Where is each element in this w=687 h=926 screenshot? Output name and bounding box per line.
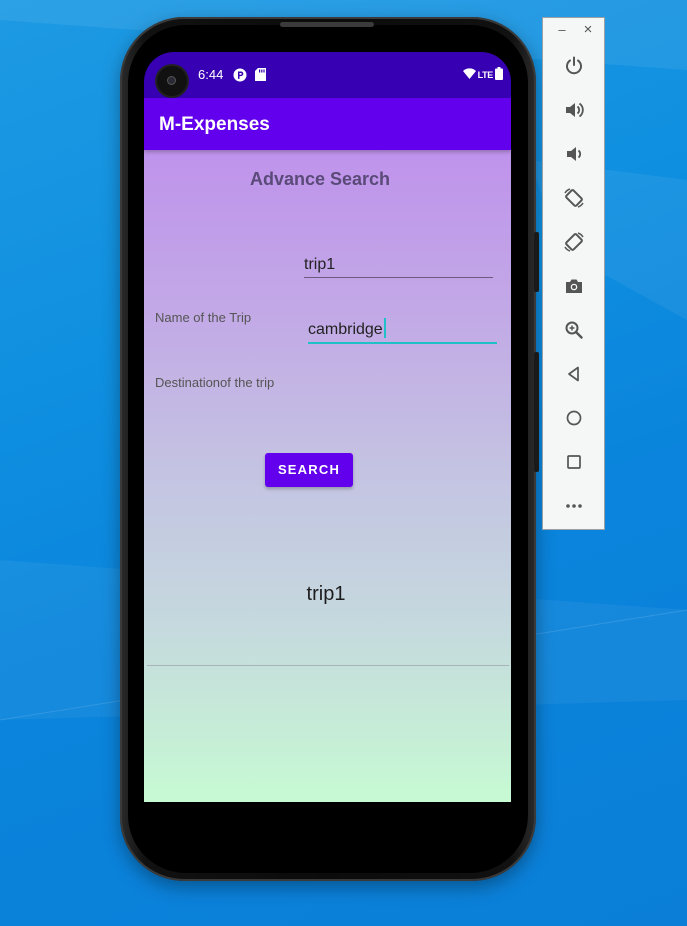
status-bar: 6:44 LTE (144, 52, 511, 98)
app-toolbar: M-Expenses (144, 98, 511, 150)
rotate-right-icon[interactable] (563, 231, 585, 253)
result-divider (147, 665, 509, 666)
lte-icon: LTE (477, 70, 494, 80)
trip-name-input[interactable]: trip1 (304, 256, 493, 278)
trip-name-value: trip1 (304, 256, 336, 273)
earpiece-speaker (280, 22, 374, 27)
page-title: Advance Search (249, 169, 391, 189)
app-title: M-Expenses (159, 114, 270, 135)
zoom-icon[interactable] (563, 319, 585, 341)
overview-icon[interactable] (563, 451, 585, 473)
rotate-left-icon[interactable] (563, 187, 585, 209)
power-icon[interactable] (563, 55, 585, 77)
phone-side-button-volume (534, 352, 539, 472)
text-cursor (383, 318, 386, 338)
close-icon[interactable]: × (581, 22, 595, 37)
battery-icon (495, 67, 503, 83)
emulator-toolbar: – × (542, 17, 605, 530)
back-icon[interactable] (563, 363, 585, 385)
destination-label: Destinationof the trip (155, 375, 275, 390)
volume-up-icon[interactable] (563, 99, 585, 121)
home-icon[interactable] (563, 407, 585, 429)
status-right-icons: LTE (462, 67, 503, 83)
phone-side-button-power (534, 232, 539, 292)
destination-value: cambridge (308, 321, 383, 338)
destination-input[interactable]: cambridge (308, 318, 497, 344)
search-button[interactable]: SEARCH (265, 453, 353, 487)
trip-name-label: Name of the Trip (155, 310, 252, 325)
more-icon[interactable] (563, 495, 585, 517)
advance-search-screen: Advance Search Name of the Trip trip1 De… (144, 150, 511, 802)
sd-card-icon (255, 68, 266, 86)
wifi-icon (462, 68, 476, 82)
result-list-item[interactable]: trip1 (144, 583, 508, 606)
minimize-icon[interactable]: – (555, 23, 569, 37)
phone-screen: 6:44 LTE M-Expenses Advance Search Name … (144, 52, 511, 802)
status-time: 6:44 (198, 67, 224, 82)
camera-cutout-icon (157, 66, 187, 96)
notification-p-icon (233, 68, 247, 87)
screenshot-camera-icon[interactable] (563, 275, 585, 297)
volume-down-icon[interactable] (563, 143, 585, 165)
